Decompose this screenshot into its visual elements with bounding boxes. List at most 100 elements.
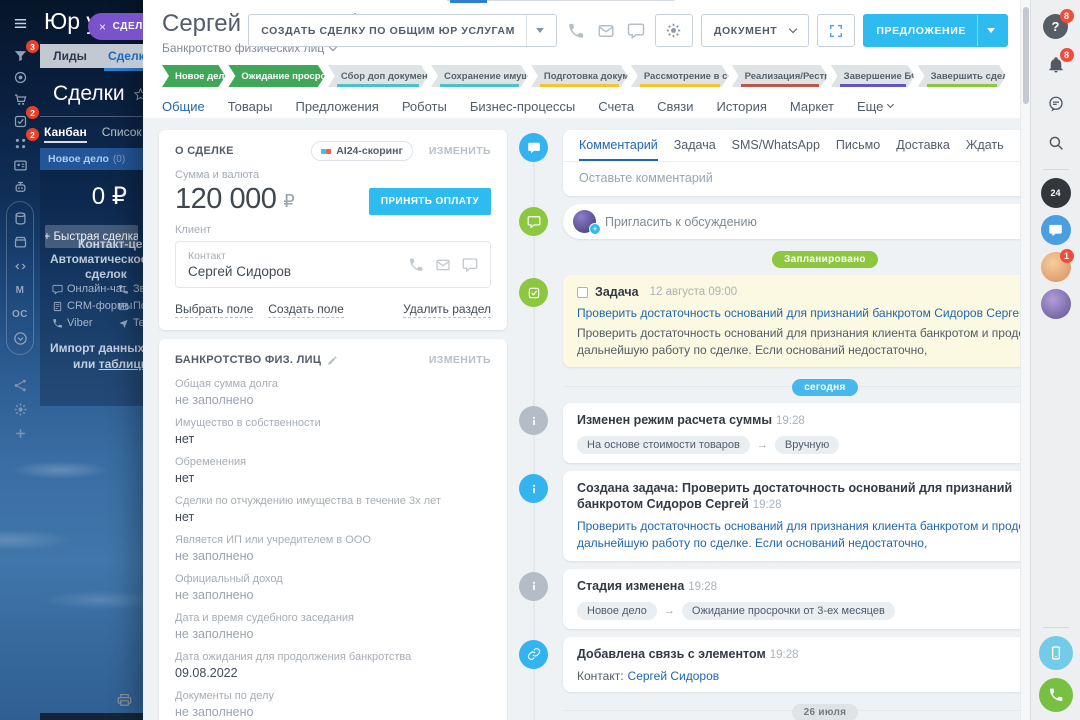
- import-excel-link[interactable]: таблицы Excel: [99, 357, 143, 371]
- rail-item-crm-target[interactable]: [7, 66, 33, 88]
- delete-section-link[interactable]: Удалить раздел: [403, 302, 491, 318]
- pipeline-stage[interactable]: Завершение БФЛ: [831, 65, 915, 87]
- task-description-link[interactable]: Проверить достаточность оснований для пр…: [577, 518, 1020, 552]
- edit-section-link[interactable]: ИЗМЕНИТЬ: [429, 354, 491, 366]
- pipeline-stage[interactable]: Сохранение имуще...: [431, 65, 528, 87]
- contact-name[interactable]: Сергей Сидоров: [188, 264, 291, 279]
- settings-gear-button[interactable]: [654, 14, 693, 47]
- pipeline-stage[interactable]: Новое дело: [162, 65, 225, 87]
- event-card[interactable]: Создана задача: Проверить достаточность …: [563, 471, 1020, 561]
- today-badge[interactable]: сегодня: [792, 379, 858, 397]
- comment-input[interactable]: [579, 171, 1020, 185]
- pipeline-stage[interactable]: Сбор доп документов: [328, 65, 428, 87]
- import-text-line2[interactable]: или таблицы Excel: [73, 357, 143, 371]
- import-text-line1[interactable]: Импорт данных из других CRM: [50, 341, 143, 355]
- slider-breadcrumb-chip[interactable]: × СДЕЛКА: [88, 13, 143, 40]
- channel-item[interactable]: Онлайн-чат: [52, 283, 127, 295]
- event-card[interactable]: Стадия изменена 19:28 Новое дело → Ожидан…: [563, 568, 1020, 629]
- pipeline-stage[interactable]: Ожидание просроч...: [228, 65, 324, 87]
- fullscreen-button[interactable]: [817, 14, 856, 47]
- event-card[interactable]: Добавлена связь с элементом 19:28 Контакт…: [563, 636, 1020, 692]
- proposal-button[interactable]: ПРЕДЛОЖЕНИЕ: [863, 14, 1008, 47]
- tab-deals[interactable]: Сделки: [100, 44, 143, 68]
- close-icon[interactable]: ×: [99, 20, 107, 34]
- task-checkbox[interactable]: [577, 286, 588, 298]
- mail-icon[interactable]: [595, 14, 617, 47]
- tab-leads[interactable]: Лиды: [40, 44, 100, 68]
- star-icon[interactable]: [133, 87, 143, 102]
- field-value: не заполнено: [175, 588, 254, 602]
- rail-item-robot[interactable]: [7, 176, 33, 198]
- edit-section-icon[interactable]: [327, 355, 338, 366]
- phone-icon[interactable]: [565, 14, 587, 47]
- date-badge[interactable]: 26 июля: [791, 703, 859, 720]
- create-field-link[interactable]: Создать поле: [268, 302, 344, 318]
- general-chat-avatar[interactable]: [1040, 215, 1071, 245]
- rail-item-processes[interactable]: 2: [7, 128, 39, 154]
- task-title-link[interactable]: Проверить достаточность оснований для пр…: [577, 305, 1020, 322]
- composer-tab[interactable]: SMS/WhatsApp: [732, 138, 820, 161]
- rail-item-funnel[interactable]: 3: [7, 40, 39, 66]
- view-option[interactable]: Список: [102, 125, 142, 143]
- rail-item-code[interactable]: [7, 255, 33, 277]
- composer-tab[interactable]: Доставка: [896, 138, 950, 161]
- bitrix24-avatar[interactable]: 24: [1040, 178, 1071, 208]
- composer-tab[interactable]: Комментарий: [579, 138, 658, 161]
- channel-item[interactable]: Почта: [118, 300, 143, 312]
- composer-tab[interactable]: Письмо: [836, 138, 880, 161]
- channel-item[interactable]: Telegram: [118, 317, 143, 329]
- accept-payment-button[interactable]: ПРИНЯТЬ ОПЛАТУ: [368, 188, 491, 215]
- ai-scoring-badge[interactable]: AI24-скоринг: [311, 141, 413, 161]
- notifications-button[interactable]: 8: [1038, 47, 1074, 83]
- pipeline-stage[interactable]: Реализация/Рестру...: [732, 65, 828, 87]
- channel-item[interactable]: Звонок: [118, 283, 143, 295]
- user-avatar[interactable]: [1040, 289, 1071, 319]
- pipeline-stage[interactable]: Подготовка докуме...: [531, 65, 628, 87]
- contact-link[interactable]: Сергей Сидоров: [628, 669, 720, 683]
- channel-item[interactable]: CRM-формы: [52, 300, 132, 312]
- search-button[interactable]: [1038, 125, 1074, 161]
- printer-icon[interactable]: [117, 692, 132, 707]
- rail-item-collapse[interactable]: [7, 327, 33, 349]
- call-button[interactable]: [1038, 678, 1073, 712]
- invite-to-discussion[interactable]: + Пригласить к обсуждению: [563, 204, 1020, 239]
- client-contact-box[interactable]: Контакт Сергей Сидоров: [175, 241, 491, 288]
- channel-icon: [118, 301, 129, 312]
- task-card[interactable]: Задача 12 августа 09:00 Проверить достат…: [563, 275, 1020, 368]
- create-deal-dropdown[interactable]: [525, 15, 544, 46]
- rail-item-database[interactable]: [7, 207, 33, 229]
- mail-icon[interactable]: [435, 257, 451, 273]
- rail-item-add[interactable]: [7, 422, 33, 444]
- messenger-button[interactable]: [1038, 86, 1074, 122]
- create-deal-button[interactable]: СОЗДАТЬ СДЕЛКУ ПО ОБЩИМ ЮР УСЛУГАМ: [248, 14, 557, 47]
- vertical-scrollbar[interactable]: [1020, 0, 1030, 720]
- composer-tab[interactable]: Ждать: [966, 138, 1004, 161]
- event-card[interactable]: Изменен режим расчета суммы 19:28 На осно…: [563, 403, 1020, 464]
- chat-icon[interactable]: [625, 14, 647, 47]
- pipeline-stage[interactable]: Рассмотрение в суде: [631, 65, 729, 87]
- kv-label: Контакт:: [577, 668, 624, 683]
- phone-icon[interactable]: [408, 257, 424, 273]
- proposal-dropdown[interactable]: [977, 15, 995, 46]
- help-button[interactable]: ? 8: [1038, 8, 1074, 44]
- mobile-app-button[interactable]: [1038, 636, 1073, 670]
- rail-item-oc[interactable]: ОС: [7, 303, 33, 325]
- document-button[interactable]: ДОКУМЕНТ: [700, 14, 810, 47]
- rail-item-network[interactable]: [7, 374, 33, 396]
- rail-item-contacts[interactable]: [7, 154, 33, 176]
- view-option[interactable]: Канбан: [44, 125, 87, 143]
- rail-item-archive[interactable]: [7, 231, 33, 253]
- pipeline-stage[interactable]: Завершить сделку: [918, 65, 1006, 87]
- user-avatar[interactable]: 1: [1040, 249, 1074, 282]
- channel-item[interactable]: Viber: [52, 317, 116, 329]
- kanban-column-header[interactable]: Новое дело (0): [40, 148, 143, 170]
- hamburger-menu-icon[interactable]: [7, 12, 33, 34]
- rail-item-settings[interactable]: [7, 398, 33, 420]
- chat-icon[interactable]: [462, 257, 478, 273]
- select-field-link[interactable]: Выбрать поле: [175, 302, 254, 318]
- horizontal-scrollbar[interactable]: [40, 713, 143, 720]
- scrollbar-thumb[interactable]: [1023, 7, 1029, 104]
- rail-item-m[interactable]: M: [7, 279, 33, 301]
- edit-section-link[interactable]: ИЗМЕНИТЬ: [429, 145, 491, 157]
- composer-tab[interactable]: Задача: [674, 138, 716, 161]
